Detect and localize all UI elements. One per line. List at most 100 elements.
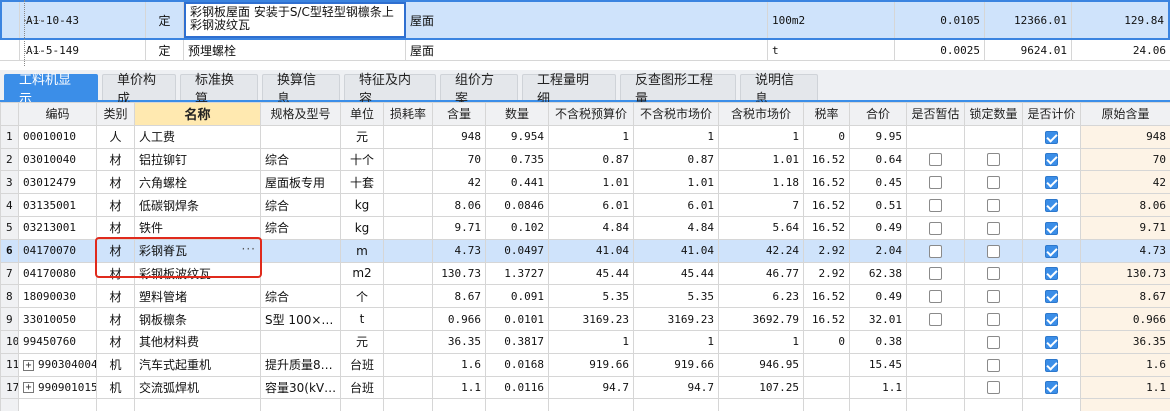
is-priced-cell[interactable] <box>1022 307 1081 331</box>
is-priced-checkbox[interactable] <box>1045 244 1058 258</box>
is-estimate-cell[interactable] <box>906 352 965 377</box>
code-cell[interactable]: 04170070 <box>18 238 97 263</box>
row-number-header[interactable] <box>0 102 19 126</box>
quantity-cell[interactable]: 0.3817 <box>485 329 549 354</box>
lock-quantity-checkbox[interactable] <box>987 176 1000 190</box>
pretax-budget-price-cell[interactable]: 41.04 <box>548 238 634 263</box>
is-estimate-cell[interactable] <box>906 170 965 195</box>
pretax-market-price-cell[interactable]: 1 <box>633 124 719 149</box>
pretax-budget-price-cell[interactable]: 1 <box>548 124 634 149</box>
name-cell[interactable] <box>134 398 261 411</box>
is-priced-checkbox[interactable] <box>1045 358 1058 372</box>
more-options-icon[interactable]: ··· <box>242 242 256 256</box>
is-priced-checkbox[interactable] <box>1045 381 1058 395</box>
lock-quantity-cell[interactable] <box>964 170 1023 195</box>
content-cell[interactable]: 9.71 <box>432 215 486 240</box>
is-estimate-checkbox[interactable] <box>929 199 942 213</box>
lock-quantity-checkbox[interactable] <box>987 199 1000 213</box>
tax-rate-cell[interactable] <box>803 375 850 400</box>
code-cell[interactable]: +990304004 <box>18 352 97 377</box>
quota-row[interactable]: A1-5-149 定 预埋螺栓 屋面 t 0.0025 9624.01 24.0… <box>0 40 1170 61</box>
tax-market-price-cell[interactable]: 46.77 <box>718 261 804 286</box>
content-cell[interactable]: 36.35 <box>432 329 486 354</box>
loss-rate-cell[interactable] <box>383 307 433 331</box>
loss-rate-cell[interactable] <box>383 238 433 263</box>
lock-quantity-cell[interactable] <box>964 375 1023 400</box>
code-cell[interactable]: 99450760 <box>18 329 97 354</box>
table-row[interactable]: 3 03012479 材六角螺栓 屋面板专用 十套 42 0.441 1.01 1.01 1.18… <box>0 170 1170 195</box>
tax-market-price-cell[interactable]: 1.01 <box>718 147 804 172</box>
unit-cell[interactable]: kg <box>340 215 384 240</box>
table-row[interactable]: 8 18090030 材塑料管堵 综合个 8.67 0.091 5.35 5.35 6.23 16… <box>0 284 1170 309</box>
quantity-cell[interactable]: 0.102 <box>485 215 549 240</box>
is-estimate-checkbox[interactable] <box>929 221 942 235</box>
name-cell[interactable]: 其他材料费 <box>134 329 261 354</box>
lock-quantity-checkbox[interactable] <box>987 244 1000 258</box>
category-header[interactable]: 类别 <box>96 102 135 126</box>
unit-cell[interactable]: 十个 <box>340 147 384 172</box>
lock-quantity-checkbox[interactable] <box>987 267 1000 281</box>
name-cell[interactable]: 汽车式起重机 <box>134 352 261 377</box>
is-priced-checkbox[interactable] <box>1045 335 1058 349</box>
tab-labor-material-machine[interactable]: 工料机显示 <box>4 73 98 107</box>
pretax-market-price-cell[interactable]: 4.84 <box>633 215 719 240</box>
pretax-market-price-cell[interactable]: 919.66 <box>633 352 719 377</box>
lock-quantity-cell[interactable] <box>964 215 1023 240</box>
table-row[interactable]: 4 03135001 材低碳钢焊条 综合 kg 8.06 0.0846 6.01 6.01 7 16… <box>0 193 1170 217</box>
is-priced-cell[interactable] <box>1022 352 1081 377</box>
tax-market-price-cell[interactable]: 5.64 <box>718 215 804 240</box>
tax-market-price-cell[interactable] <box>718 398 804 411</box>
content-header[interactable]: 含量 <box>432 102 486 126</box>
name-cell[interactable]: 钢板檩条 <box>134 307 261 331</box>
loss-rate-cell[interactable] <box>383 170 433 195</box>
pretax-budget-price-cell[interactable]: 3169.23 <box>548 307 634 331</box>
pretax-market-price-cell[interactable]: 94.7 <box>633 375 719 400</box>
tax-rate-cell[interactable]: 16.52 <box>803 193 850 217</box>
code-cell[interactable]: 04170080 <box>18 261 97 286</box>
is-priced-cell[interactable] <box>1022 193 1081 217</box>
tax-rate-cell[interactable]: 16.52 <box>803 147 850 172</box>
tab-standard-conversion[interactable]: 标准换算 <box>180 73 258 107</box>
is-priced-cell[interactable] <box>1022 147 1081 172</box>
lock-quantity-cell[interactable] <box>964 124 1023 149</box>
is-priced-cell[interactable] <box>1022 329 1081 354</box>
tax-rate-cell[interactable]: 0 <box>803 124 850 149</box>
is-priced-checkbox[interactable] <box>1045 267 1058 281</box>
table-row[interactable]: 7 04170080 材彩钢板波纹瓦 m2 130.73 1.3727 45.44 45.44… <box>0 261 1170 286</box>
lock-quantity-checkbox[interactable] <box>987 358 1000 372</box>
table-row[interactable]: 2 03010040 材铝拉铆钉 综合 十个 70 0.735 0.87 0.87 1.01 16.… <box>0 147 1170 172</box>
is-estimate-cell[interactable] <box>906 398 965 411</box>
table-row[interactable]: 5 03213001 材铁件 综合 kg 9.71 0.102 4.84 4.84 5.64 16.… <box>0 215 1170 240</box>
name-cell[interactable]: 塑料管堵 <box>134 284 261 309</box>
lock-quantity-checkbox[interactable] <box>987 153 1000 167</box>
is-priced-cell[interactable] <box>1022 215 1081 240</box>
code-cell[interactable]: 33010050 <box>18 307 97 331</box>
spec-cell[interactable]: 综合 <box>260 215 341 240</box>
pretax-budget-price-header[interactable]: 不含税预算价 <box>548 102 634 126</box>
tax-rate-header[interactable]: 税率 <box>803 102 850 126</box>
tab-reverse-graphic-quantity[interactable]: 反查图形工程量 <box>620 73 736 107</box>
tax-market-price-cell[interactable]: 3692.79 <box>718 307 804 331</box>
loss-rate-cell[interactable] <box>383 193 433 217</box>
content-cell[interactable]: 70 <box>432 147 486 172</box>
name-cell[interactable]: 六角螺栓 <box>134 170 261 195</box>
spec-cell[interactable]: 屋面板专用 <box>260 170 341 195</box>
lock-quantity-cell[interactable] <box>964 352 1023 377</box>
quantity-cell[interactable]: 0.735 <box>485 147 549 172</box>
loss-rate-header[interactable]: 损耗率 <box>383 102 433 126</box>
name-cell[interactable]: 彩钢脊瓦 ··· <box>134 238 261 263</box>
is-priced-cell[interactable] <box>1022 375 1081 400</box>
code-cell[interactable]: 03010040 <box>18 147 97 172</box>
loss-rate-cell[interactable] <box>383 352 433 377</box>
tax-rate-cell[interactable]: 16.52 <box>803 307 850 331</box>
table-row[interactable]: 11 +990304004 机汽车式起重机 提升质量8… 台班 1.6 0.0168 919.… <box>0 352 1170 377</box>
pretax-market-price-header[interactable]: 不含税市场价 <box>633 102 719 126</box>
spec-cell[interactable]: 容量30(kV… <box>260 375 341 400</box>
spec-cell[interactable]: 综合 <box>260 147 341 172</box>
unit-cell[interactable]: 十套 <box>340 170 384 195</box>
quantity-header[interactable]: 数量 <box>485 102 549 126</box>
spec-cell[interactable]: S型 100×… <box>260 307 341 331</box>
name-cell[interactable]: 人工费 <box>134 124 261 149</box>
tab-description[interactable]: 说明信息 <box>740 73 818 107</box>
quota-name-editor[interactable]: 彩钢板屋面 安装于S/C型轻型钢檩条上 彩钢波纹瓦 <box>184 2 406 38</box>
